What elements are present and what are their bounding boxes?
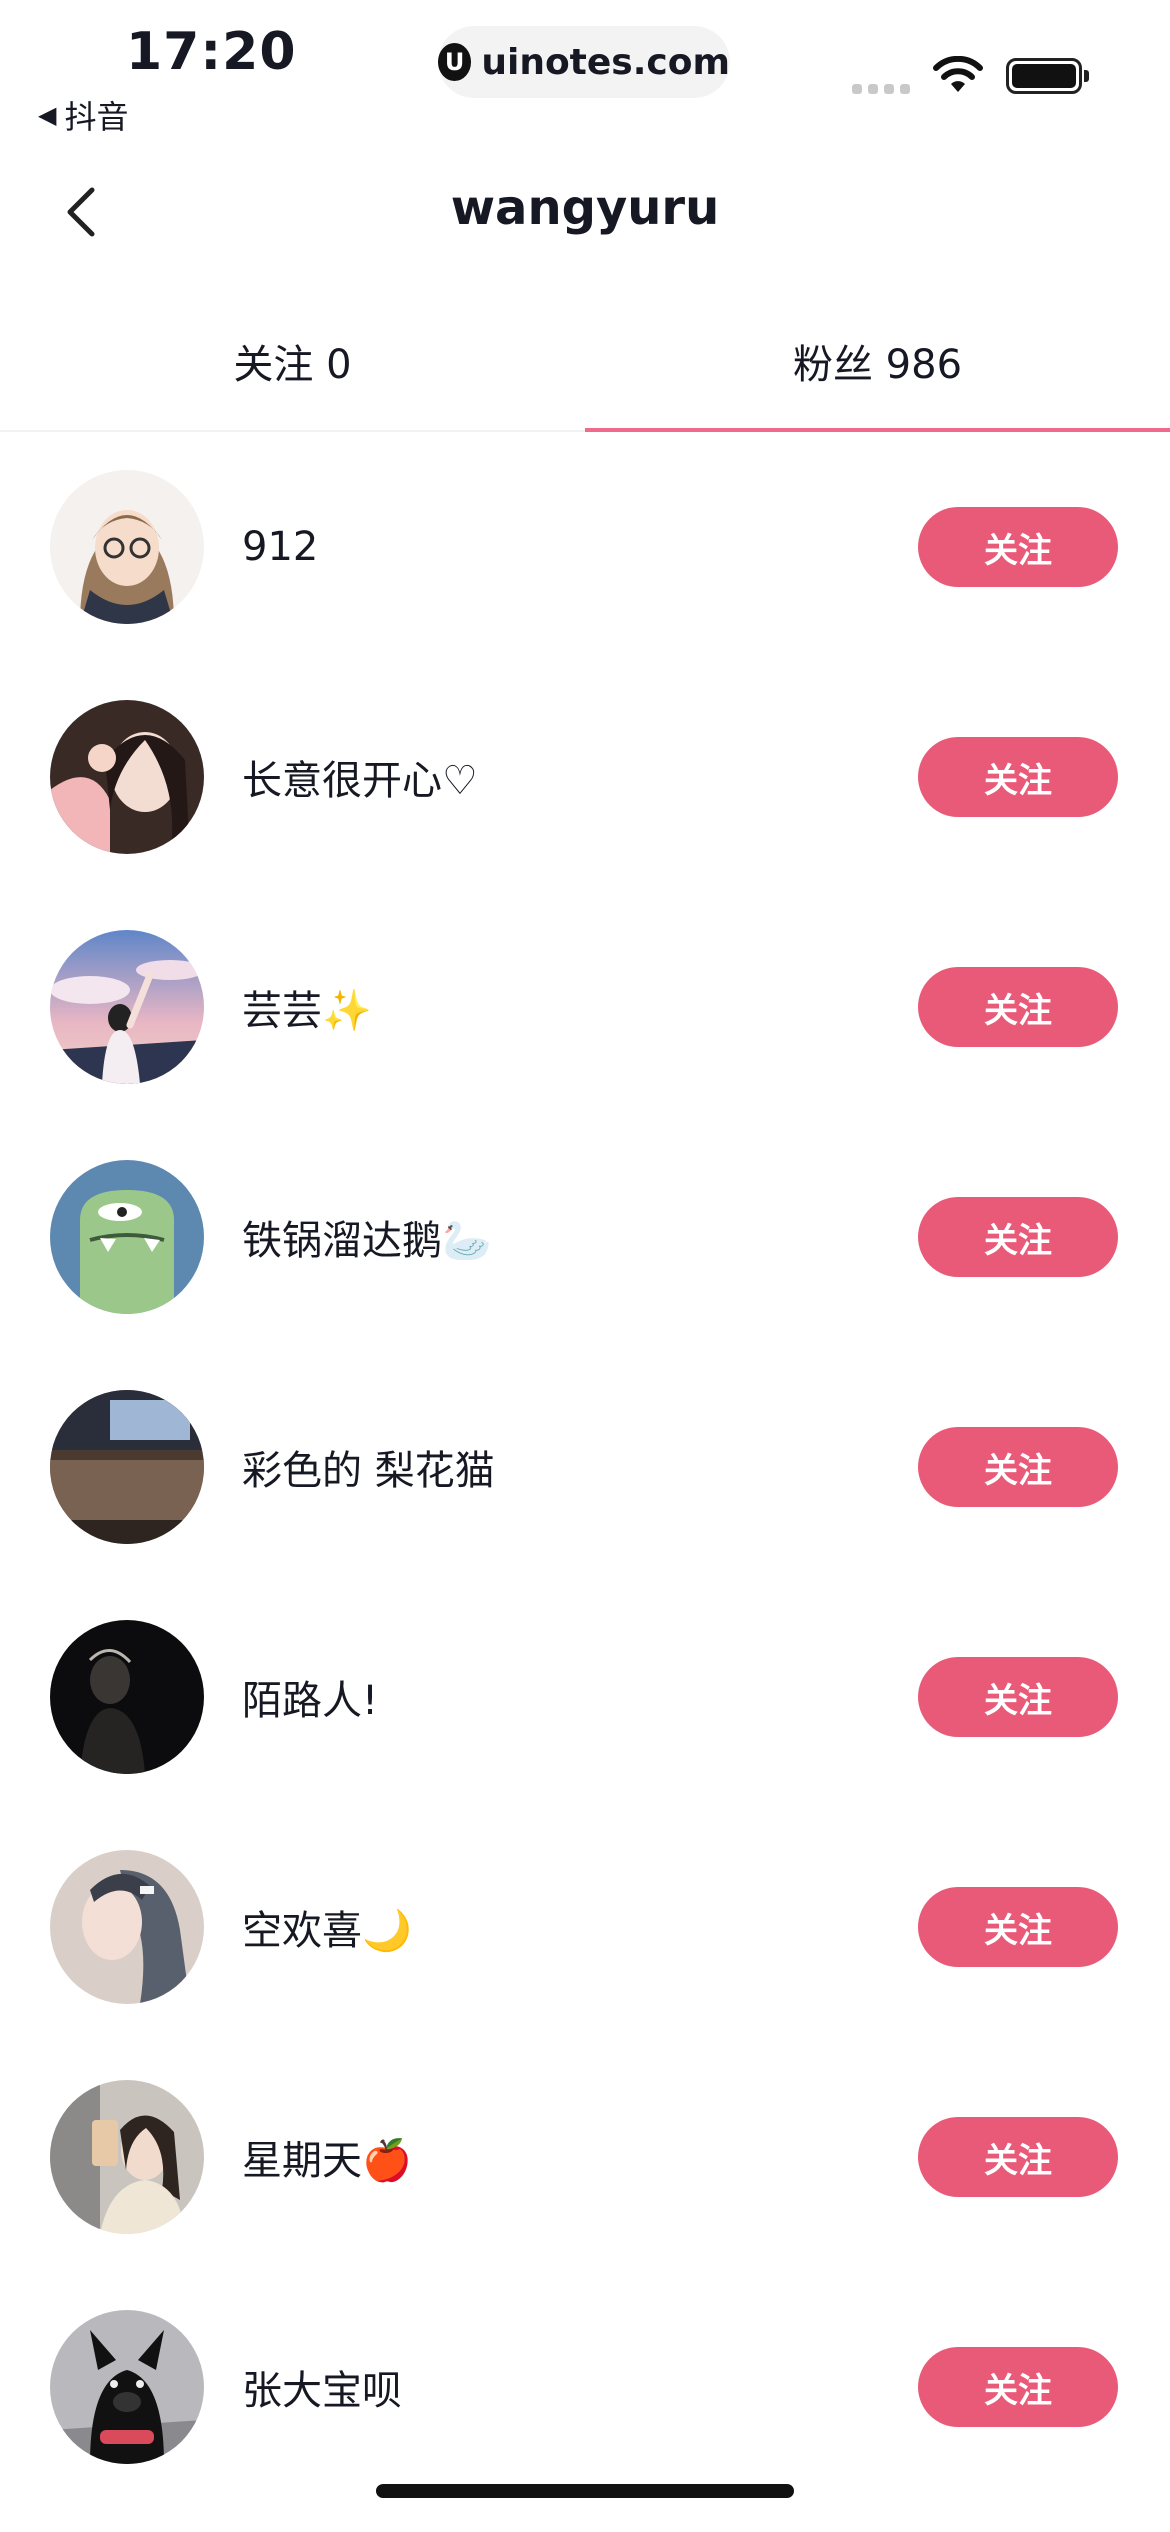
list-item[interactable]: 星期天🍎 关注 — [0, 2042, 1170, 2272]
follow-button[interactable]: 关注 — [918, 2117, 1118, 2197]
list-item[interactable]: 张大宝呗 关注 — [0, 2272, 1170, 2502]
username: 芸芸✨ — [242, 988, 372, 1034]
list-item[interactable]: 长意很开心♡ 关注 — [0, 662, 1170, 892]
user-avatar[interactable] — [50, 700, 204, 854]
follow-button[interactable]: 关注 — [918, 1197, 1118, 1277]
follow-button[interactable]: 关注 — [918, 1427, 1118, 1507]
follow-button[interactable]: 关注 — [918, 967, 1118, 1047]
user-avatar[interactable] — [50, 470, 204, 624]
follow-button[interactable]: 关注 — [918, 507, 1118, 587]
user-avatar[interactable] — [50, 1160, 204, 1314]
username: 铁锅溜达鹅🦢 — [242, 1218, 492, 1264]
user-avatar[interactable] — [50, 1390, 204, 1544]
user-avatar[interactable] — [50, 930, 204, 1084]
username: 912 — [242, 524, 319, 570]
follow-button[interactable]: 关注 — [918, 737, 1118, 817]
back-triangle-icon: ◀ — [38, 101, 57, 129]
follow-button[interactable]: 关注 — [918, 2347, 1118, 2427]
username: 长意很开心♡ — [242, 758, 478, 804]
status-time: 17:20 — [126, 22, 297, 82]
username: 空欢喜🌙 — [242, 1908, 412, 1954]
back-app-label: 抖音 — [64, 98, 129, 136]
home-indicator[interactable] — [376, 2484, 794, 2498]
back-to-app-link[interactable]: ◀ 抖音 — [38, 92, 128, 138]
username: 星期天🍎 — [242, 2138, 412, 2184]
follow-tabs: 关注 0 粉丝 986 — [0, 290, 1170, 432]
user-avatar[interactable] — [50, 1850, 204, 2004]
username: 彩色的 梨花猫 — [242, 1448, 495, 1494]
user-avatar[interactable] — [50, 2080, 204, 2234]
nav-bar: wangyuru — [0, 150, 1170, 270]
tab-followers[interactable]: 粉丝 986 — [585, 290, 1170, 432]
list-item[interactable]: 空欢喜🌙 关注 — [0, 1812, 1170, 2042]
username: 张大宝呗 — [242, 2368, 402, 2414]
list-item[interactable]: 912 关注 — [0, 432, 1170, 662]
list-item[interactable]: 陌路人! 关注 — [0, 1582, 1170, 1812]
wifi-icon — [933, 56, 983, 92]
list-item[interactable]: 彩色的 梨花猫 关注 — [0, 1352, 1170, 1582]
follow-button[interactable]: 关注 — [918, 1887, 1118, 1967]
cellular-signal-icon — [852, 84, 910, 94]
url-text: uinotes.com — [481, 41, 730, 83]
username: 陌路人! — [242, 1678, 379, 1724]
battery-icon — [1006, 58, 1082, 94]
site-logo-icon: U — [438, 43, 472, 81]
list-item[interactable]: 芸芸✨ 关注 — [0, 892, 1170, 1122]
url-pill: U uinotes.com — [438, 26, 730, 98]
page-title: wangyuru — [450, 180, 720, 236]
follow-button[interactable]: 关注 — [918, 1657, 1118, 1737]
user-avatar[interactable] — [50, 1620, 204, 1774]
list-item[interactable]: 铁锅溜达鹅🦢 关注 — [0, 1122, 1170, 1352]
battery-tip — [1084, 70, 1089, 82]
user-avatar[interactable] — [50, 2310, 204, 2464]
tab-following[interactable]: 关注 0 — [0, 290, 585, 432]
status-bar: 17:20 ◀ 抖音 U uinotes.com — [0, 0, 1170, 136]
